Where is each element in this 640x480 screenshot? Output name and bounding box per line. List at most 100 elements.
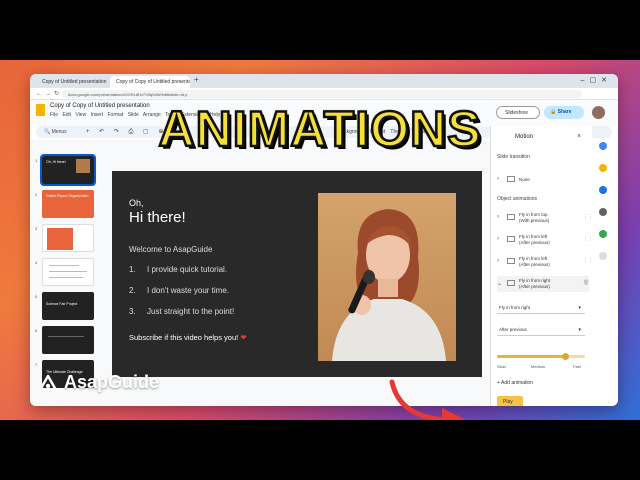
thumb-line	[48, 336, 84, 337]
slide-welcome: Welcome to AsapGuide	[129, 245, 213, 254]
animation-trigger: (After previous)	[519, 239, 550, 245]
animation-trigger: (With previous)	[519, 217, 550, 223]
list-text: I provide quick tutorial.	[147, 265, 228, 274]
list-item: 1. I provide quick tutorial.	[129, 265, 234, 286]
speed-slider-fill	[497, 355, 566, 358]
drag-handle-icon[interactable]: ⋮⋮	[583, 214, 593, 220]
effect-select[interactable]: Fly in from right ▾	[497, 302, 585, 314]
slide-subscribe: Subscribe if this video helps you! ❤	[129, 333, 247, 342]
thumb-line	[49, 277, 83, 278]
animation-item-selected[interactable]: ⌄ Fly in from right (After previous) 🗑	[497, 276, 589, 292]
browser-tab-1[interactable]: Copy of Untitled presentation	[36, 76, 108, 88]
speed-slider[interactable]	[497, 353, 585, 360]
maps-icon[interactable]	[599, 230, 607, 238]
list-num: 2.	[129, 286, 136, 295]
animation-icon	[507, 214, 515, 220]
dropdown-arrow-icon: ▾	[578, 305, 581, 311]
chevron-right-icon[interactable]: ›	[497, 236, 499, 242]
list-item: 3. Just straight to the point!	[129, 307, 234, 328]
tasks-icon[interactable]	[599, 186, 607, 194]
animation-label: Fly in from right (After previous)	[519, 278, 550, 289]
transition-value: None	[519, 177, 530, 182]
animation-icon	[507, 258, 515, 264]
trigger-select[interactable]: After previous ▾	[497, 324, 585, 336]
slide-list: 1. I provide quick tutorial. 2. I don't wa…	[129, 265, 234, 328]
animation-item[interactable]: › Fly in from left (After previous) ⋮⋮	[497, 254, 593, 270]
video-frame: Copy of Untitled presentation Copy of Co…	[0, 60, 640, 420]
keep-icon[interactable]	[599, 164, 607, 172]
window-controls-icon[interactable]: –▢✕	[581, 76, 612, 84]
thumb-num: 4	[35, 260, 38, 265]
red-arrow-icon	[389, 379, 466, 420]
chevron-right-icon[interactable]: ›	[497, 176, 499, 182]
thumb-num: 2	[35, 192, 38, 197]
thumb-title: Oh, Hi there!	[46, 160, 66, 164]
animation-trigger: (After previous)	[519, 261, 550, 267]
play-button[interactable]: Play	[497, 396, 523, 406]
woman-with-microphone-icon	[332, 209, 446, 361]
slide-thumbnail[interactable]	[42, 224, 94, 252]
current-slide[interactable]: Oh, Hi there! Welcome to AsapGuide 1. I p…	[112, 171, 482, 377]
slide-canvas-area: Oh, Hi there! Welcome to AsapGuide 1. I p…	[100, 140, 492, 406]
motion-panel: Motion × Slide transition › None Object …	[490, 126, 593, 406]
animation-name: Fly in from right	[519, 278, 551, 283]
add-animation-button[interactable]: + Add animation	[497, 380, 533, 386]
animation-icon	[507, 280, 515, 286]
speed-medium-label: Medium	[531, 364, 546, 369]
speed-slider-knob[interactable]	[562, 353, 570, 360]
thumb-num: 5	[35, 294, 38, 299]
brand-name: AsapGuide	[64, 372, 160, 392]
list-num: 1.	[129, 265, 136, 274]
transition-row[interactable]: › None	[497, 172, 589, 188]
list-num: 3.	[129, 307, 136, 316]
thumb-title: Science Fair Project	[46, 302, 78, 306]
overlay-title: ANIMATIONS	[157, 100, 482, 159]
animation-name: Fly in from left	[519, 256, 548, 261]
slide-thumbnail[interactable]	[42, 326, 94, 354]
drag-handle-icon[interactable]: ⋮⋮	[583, 258, 593, 264]
list-text: Just straight to the point!	[147, 307, 235, 316]
browser-tab-2[interactable]: Copy of Copy of Untitled presentation	[110, 76, 190, 88]
thumb-num: 1	[35, 158, 38, 163]
transition-icon	[507, 176, 515, 182]
slide-headline: Hi there!	[129, 209, 186, 226]
chevron-right-icon[interactable]: ›	[497, 214, 499, 220]
slide-thumbnail[interactable]	[42, 258, 94, 286]
tab-bar: Copy of Untitled presentation Copy of Co…	[30, 74, 618, 88]
animation-label: Fly in from left (After previous)	[519, 256, 550, 267]
thumb-title: Online Report Organization	[46, 194, 89, 198]
animation-trigger: (After previous)	[519, 283, 550, 289]
slide-thumbnail[interactable]: Oh, Hi there!	[40, 154, 96, 186]
slide-filmstrip: 1 Oh, Hi there! 2 Online Report Organiza…	[30, 140, 100, 406]
animation-item[interactable]: › Fly in from top (With previous) ⋮⋮	[497, 210, 593, 226]
slide-greeting: Oh,	[129, 198, 144, 208]
speed-slow-label: Slow	[497, 364, 506, 369]
side-panel-icons	[596, 142, 610, 274]
url-field[interactable]: docs.google.com/presentation/d/1XRL8Hv7X…	[62, 90, 582, 98]
new-tab-icon[interactable]: +	[194, 75, 199, 84]
drag-handle-icon[interactable]: ⋮⋮	[583, 236, 593, 242]
dropdown-arrow-icon: ▾	[578, 327, 581, 333]
chevron-down-icon[interactable]: ⌄	[497, 280, 502, 287]
add-addon-icon[interactable]	[599, 252, 607, 260]
trigger-value: After previous	[499, 327, 527, 332]
speaker-photo[interactable]	[318, 193, 456, 361]
asapguide-logo-icon	[38, 374, 58, 392]
animation-label: Fly in from top (With previous)	[519, 212, 549, 223]
contacts-icon[interactable]	[599, 208, 607, 216]
slide-thumbnail[interactable]: Online Report Organization	[42, 190, 94, 218]
delete-icon[interactable]: 🗑	[583, 280, 589, 286]
thumb-shape	[47, 228, 73, 250]
slide-thumbnail[interactable]: Science Fair Project	[42, 292, 94, 320]
animation-name: Fly in from left	[519, 234, 548, 239]
heart-icon: ❤	[240, 333, 247, 342]
speed-fast-label: Fast	[573, 364, 581, 369]
object-animations-label: Object animations	[497, 196, 538, 202]
thumb-num: 6	[35, 328, 38, 333]
nav-arrows-icon[interactable]: ←→↻	[36, 90, 62, 97]
thumb-num: 3	[35, 226, 38, 231]
animation-item[interactable]: › Fly in from left (After previous) ⋮⋮	[497, 232, 593, 248]
chevron-right-icon[interactable]: ›	[497, 258, 499, 264]
list-text: I don't waste your time.	[147, 286, 230, 295]
effect-value: Fly in from right	[499, 305, 531, 310]
